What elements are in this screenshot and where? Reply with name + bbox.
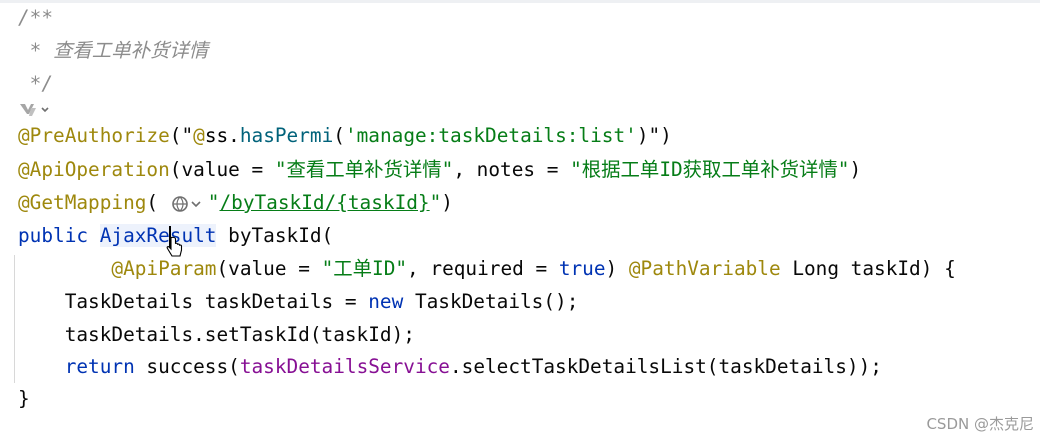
annotation: @GetMapping (18, 191, 147, 214)
code-line-apioperation: @ApiOperation(value = "查看工单补货详情", notes … (18, 158, 862, 181)
code-editor[interactable]: /** * 查看工单补货详情 */ @PreAuthorize("@ss.has… (0, 0, 1040, 438)
keyword: new (368, 290, 404, 313)
web-endpoint-icon[interactable] (18, 99, 52, 121)
code-line-parameters: @ApiParam(value = "工单ID", required = tru… (111, 257, 956, 280)
keyword: public (18, 224, 89, 247)
string-literal: "工单ID" (321, 257, 408, 280)
url-path-link[interactable]: /byTaskId/{taskId} (219, 191, 429, 214)
string-literal: 'manage:taskDetails:list' (344, 124, 637, 147)
class-reference-ajaxresult[interactable]: AjaxResult (99, 224, 217, 248)
csdn-watermark: CSDN @杰克尼 (926, 415, 1034, 433)
indent-guide (14, 255, 15, 383)
editor-top-border (0, 0, 1040, 3)
doc-comment-close: */ (18, 72, 54, 95)
code-line-set-task-id: taskDetails.setTaskId(taskId); (64, 323, 415, 346)
hand-pointer-icon (166, 236, 183, 257)
code-line-preauthorize: @PreAuthorize("@ss.hasPermi('manage:task… (18, 124, 672, 147)
string-literal: "根据工单ID获取工单补货详情" (570, 158, 850, 181)
keyword: true (558, 257, 606, 280)
string-literal: "查看工单补货详情" (274, 158, 454, 181)
code-line-getmapping: @GetMapping( "/byTaskId/{taskId}") (18, 191, 453, 214)
keyword: return (64, 355, 135, 378)
annotation: @PreAuthorize (18, 124, 170, 147)
code-line-new-object: TaskDetails taskDetails = new TaskDetail… (64, 290, 579, 313)
method-call: hasPermi (239, 124, 334, 147)
globe-icon[interactable] (170, 194, 208, 214)
annotation: @PathVariable (628, 257, 781, 280)
doc-comment-open: /** (18, 6, 54, 29)
doc-comment-text: * 查看工单补货详情 (18, 39, 209, 62)
annotation: @ApiParam (111, 257, 217, 280)
code-line-return: return success(taskDetailsService.select… (64, 355, 882, 378)
annotation: @ApiOperation (18, 158, 170, 181)
field-reference: taskDetailsService (239, 355, 450, 378)
code-line-close-brace: } (18, 387, 30, 410)
